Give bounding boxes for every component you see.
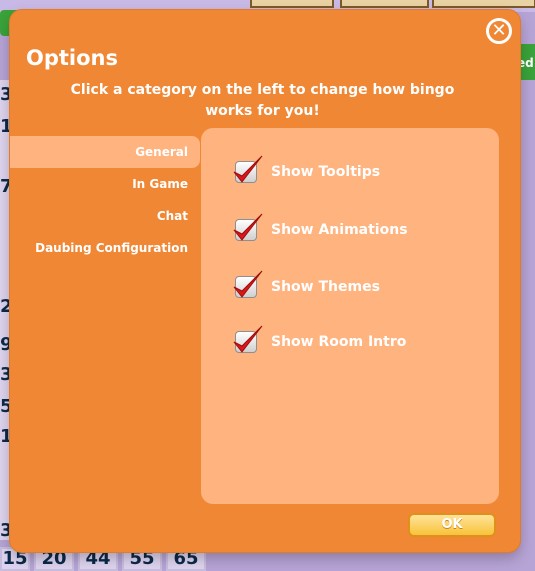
checkbox[interactable]	[233, 270, 263, 298]
nav-item-general[interactable]: General	[10, 136, 200, 168]
background-tab	[432, 0, 535, 8]
option-show-tooltips[interactable]: Show Tooltips	[233, 155, 381, 187]
checkmark-icon	[233, 325, 263, 353]
nav-item-daubing-configuration[interactable]: Daubing Configuration	[10, 232, 200, 264]
close-icon[interactable]: ✕	[486, 18, 512, 44]
nav-item-chat[interactable]: Chat	[10, 200, 200, 232]
checkmark-icon	[233, 155, 263, 183]
option-label: Show Tooltips	[271, 164, 381, 180]
checkbox[interactable]	[233, 213, 263, 241]
checkbox[interactable]	[233, 155, 263, 183]
option-label: Show Animations	[271, 222, 408, 238]
option-show-themes[interactable]: Show Themes	[233, 270, 380, 302]
checkmark-icon	[233, 213, 263, 241]
option-show-animations[interactable]: Show Animations	[233, 213, 408, 245]
settings-panel: Show Tooltips Show Animations Show Theme…	[201, 128, 499, 504]
ok-button[interactable]: OK	[408, 513, 496, 537]
background-jackpot-tab	[250, 0, 334, 8]
category-nav: General In Game Chat Daubing Configurati…	[10, 136, 200, 264]
option-label: Show Room Intro	[271, 334, 407, 350]
dialog-title: Options	[26, 46, 118, 70]
options-dialog: ✕ Options Click a category on the left t…	[10, 10, 520, 552]
checkbox[interactable]	[233, 325, 263, 353]
nav-item-in-game[interactable]: In Game	[10, 168, 200, 200]
option-show-room-intro[interactable]: Show Room Intro	[233, 325, 407, 357]
option-label: Show Themes	[271, 279, 380, 295]
background-tab	[340, 0, 429, 8]
dialog-subtitle: Click a category on the left to change h…	[70, 82, 455, 119]
checkmark-icon	[233, 270, 263, 298]
